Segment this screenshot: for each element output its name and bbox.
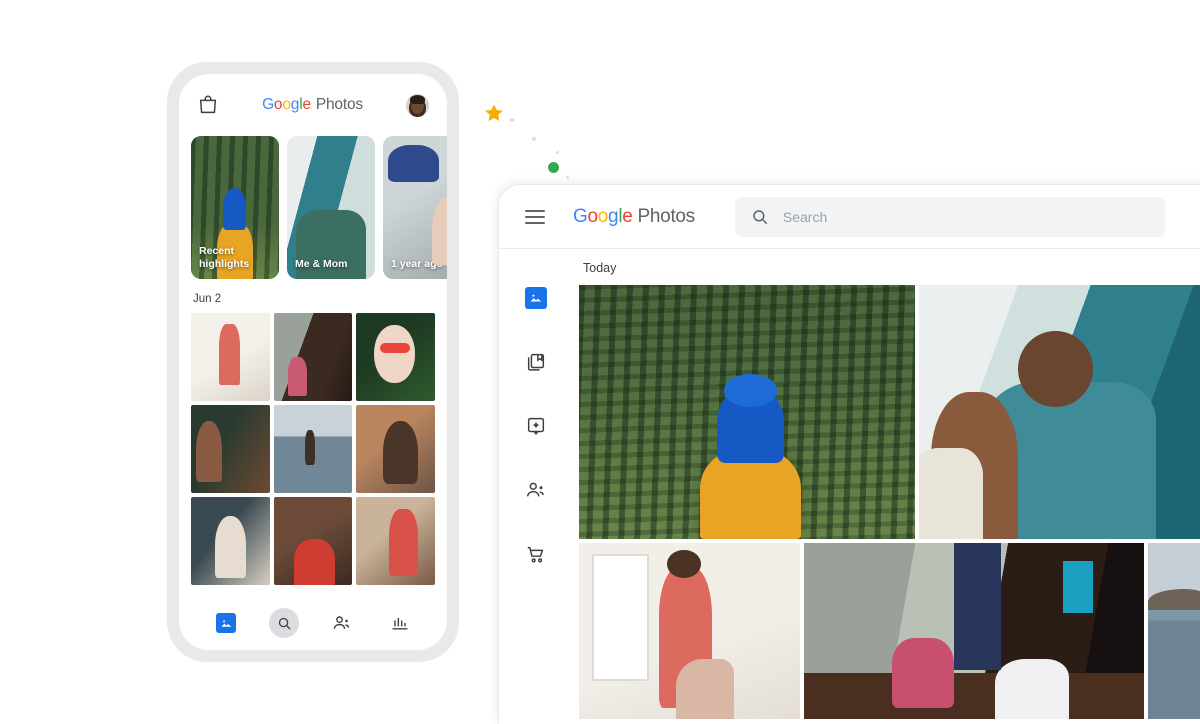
sidebar-item-print-store[interactable] — [523, 541, 549, 567]
photo-thumbnail[interactable] — [356, 313, 435, 401]
memory-card-label: Me & Mom — [295, 257, 348, 270]
logo-letter-o2: o — [282, 96, 291, 113]
shopping-cart-icon — [527, 546, 544, 563]
logo-product-name: Photos — [637, 205, 696, 227]
section-date-header: Today — [583, 261, 617, 275]
nav-item-search[interactable] — [269, 608, 299, 638]
phone-mockup: Google Photos Recent highlights Me & Mom… — [167, 62, 459, 662]
phone-screen: Google Photos Recent highlights Me & Mom… — [179, 74, 447, 650]
desktop-app-bar: Google Photos Search — [499, 185, 1200, 249]
photo-thumbnail[interactable] — [273, 497, 353, 585]
green-dot-sparkle — [548, 162, 559, 173]
sidebar-item-sharing[interactable] — [523, 477, 549, 503]
photo-thumbnail[interactable] — [191, 313, 270, 401]
search-bar[interactable]: Search — [734, 196, 1165, 237]
phone-date-header: Jun 2 — [193, 293, 222, 305]
phone-google-photos-logo: Google Photos — [262, 96, 363, 114]
logo-letter-g: G — [262, 96, 274, 113]
sidebar — [499, 249, 573, 724]
phone-app-bar: Google Photos — [179, 74, 447, 136]
photo-row — [579, 285, 1200, 539]
logo-letter-o1: o — [587, 205, 598, 227]
sidebar-item-photos[interactable] — [523, 285, 549, 311]
star-sparkle-icon — [485, 104, 503, 121]
photo-row — [579, 543, 1200, 719]
sidebar-item-utilities[interactable] — [523, 413, 549, 439]
photo-tile[interactable] — [579, 543, 800, 719]
sharing-people-icon — [333, 616, 350, 629]
photo-thumbnail[interactable] — [273, 405, 353, 493]
photos-icon — [525, 287, 547, 309]
memory-card[interactable]: 1 year ago — [383, 136, 447, 279]
photo-tile[interactable] — [919, 285, 1200, 539]
photo-thumbnail[interactable] — [273, 313, 353, 401]
photo-tile[interactable] — [579, 285, 916, 539]
utilities-create-icon — [527, 417, 545, 436]
nav-item-photos[interactable] — [211, 608, 241, 638]
nav-item-library[interactable] — [385, 608, 415, 638]
photo-thumbnail[interactable] — [191, 405, 270, 493]
logo-letter-o2: o — [597, 205, 609, 227]
phone-bottom-nav — [179, 596, 447, 650]
desktop-body: Today — [499, 249, 1200, 724]
desktop-window: Google Photos Search Today — [498, 184, 1200, 724]
grey-dot-sparkle — [566, 176, 569, 179]
photo-thumbnail[interactable] — [356, 497, 435, 585]
memory-card-label: Recent highlights — [199, 245, 250, 270]
photo-tile[interactable] — [1148, 543, 1200, 719]
sidebar-item-albums[interactable] — [523, 349, 549, 375]
logo-letter-g2: g — [290, 96, 300, 113]
photo-thumbnail[interactable] — [356, 405, 435, 493]
photo-thumbnail[interactable] — [191, 497, 270, 585]
grey-dot-sparkle — [556, 151, 559, 154]
desktop-google-photos-logo: Google Photos — [573, 206, 695, 228]
phone-photo-grid — [179, 313, 447, 585]
logo-letter-g2: g — [608, 205, 619, 227]
search-icon — [269, 608, 299, 638]
albums-icon — [527, 353, 545, 371]
memories-carousel[interactable]: Recent highlights Me & Mom 1 year ago — [179, 136, 447, 279]
memory-card[interactable]: Me & Mom — [287, 136, 375, 279]
logo-product-name: Photos — [315, 96, 363, 113]
memory-card[interactable]: Recent highlights — [191, 136, 279, 279]
library-icon — [392, 618, 408, 630]
grey-dot-sparkle — [532, 137, 536, 141]
photo-tile[interactable] — [803, 543, 1145, 719]
logo-letter-g: G — [573, 205, 588, 227]
search-icon — [753, 209, 768, 224]
logo-letter-e: e — [622, 205, 633, 227]
avatar[interactable] — [405, 93, 429, 117]
hamburger-menu-icon[interactable] — [525, 209, 545, 224]
nav-item-sharing[interactable] — [327, 608, 357, 638]
logo-letter-e: e — [302, 96, 311, 113]
photo-feed: Today — [573, 249, 1200, 724]
sharing-people-icon — [527, 482, 544, 497]
search-input[interactable]: Search — [783, 209, 827, 225]
shopping-bag-icon[interactable] — [197, 94, 219, 116]
grey-dot-sparkle — [510, 118, 514, 122]
photos-icon — [216, 613, 236, 633]
